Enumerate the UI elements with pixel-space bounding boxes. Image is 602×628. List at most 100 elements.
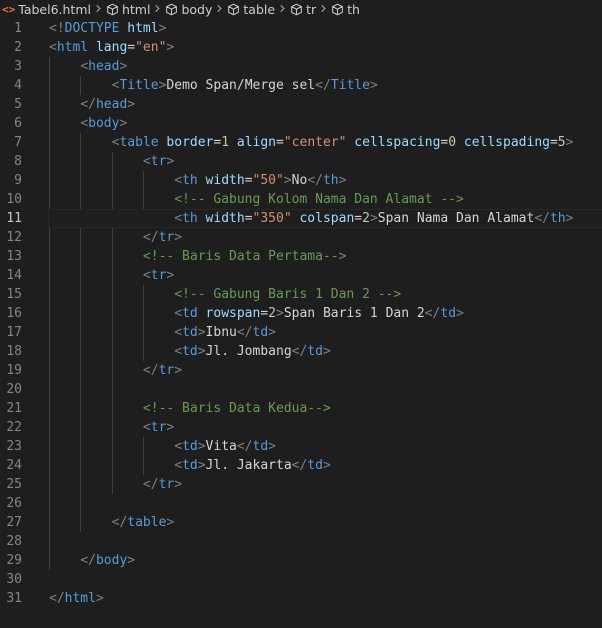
code-line[interactable]: 7 <table border=1 align="center" cellspa… <box>0 133 602 152</box>
code-token: Demo Span/Merge sel <box>166 78 316 93</box>
code-token: = <box>276 135 284 150</box>
code-token: </ <box>80 553 96 568</box>
breadcrumb-item-table[interactable]: table <box>227 2 275 17</box>
line-number: 19 <box>6 363 22 378</box>
line-number: 4 <box>14 78 22 93</box>
code-token: = <box>244 211 253 226</box>
code-line[interactable]: 16 <td rowspan=2>Span Baris 1 Dan 2</td> <box>0 304 602 323</box>
code-line[interactable]: 15 <!-- Gabung Baris 1 Dan 2 --> <box>0 285 602 304</box>
code-token: tr <box>158 477 175 492</box>
code-token: 0 <box>448 135 457 150</box>
code-token: body <box>88 116 120 131</box>
code-token: < <box>174 458 183 473</box>
line-number: 6 <box>14 116 22 131</box>
code-text: <td>Ibnu</td> <box>49 323 276 342</box>
line-number: 2 <box>14 40 22 55</box>
code-token: < <box>80 59 89 74</box>
code-token: td <box>440 306 457 321</box>
code-token: = <box>127 40 136 55</box>
code-token: = <box>244 173 253 188</box>
code-token: td <box>307 458 323 473</box>
code-editor[interactable]: 1 <!DOCTYPE html> 2 <html lang="en"> 3 <head… <box>0 19 602 628</box>
code-token: <!-- Baris Data Pertama--> <box>142 249 347 264</box>
code-line[interactable]: 29 </body> <box>0 551 602 570</box>
chevron-right-icon <box>278 2 287 17</box>
code-token: > <box>197 458 206 473</box>
line-number: 14 <box>6 268 22 283</box>
code-text: <Title>Demo Span/Merge sel</Title> <box>49 76 378 95</box>
code-line[interactable]: 6 <body> <box>0 114 602 133</box>
code-token: head <box>88 59 120 74</box>
code-line[interactable]: 31 </html> <box>0 589 602 608</box>
code-token: < <box>174 344 183 359</box>
code-token: align <box>236 135 277 150</box>
code-token: > <box>174 230 183 245</box>
code-text: <html lang="en"> <box>49 38 174 57</box>
code-line[interactable]: 1 <!DOCTYPE html> <box>0 19 602 38</box>
code-line[interactable]: 13 <!-- Baris Data Pertama--> <box>0 247 602 266</box>
code-token: "en" <box>135 40 167 55</box>
code-token: Jl. Jombang <box>205 344 292 359</box>
code-token: </ <box>534 211 550 226</box>
code-line[interactable]: 26 <box>0 494 602 513</box>
line-number: 17 <box>6 325 22 340</box>
code-line[interactable]: 4 <Title>Demo Span/Merge sel</Title> <box>0 76 602 95</box>
breadcrumb-item-tabel6-html[interactable]: <> Tabel6.html <box>0 2 91 17</box>
code-line[interactable]: 12 </tr> <box>0 228 602 247</box>
code-token: > <box>276 306 284 321</box>
symbol-element-icon <box>227 3 240 16</box>
code-line[interactable]: 8 <tr> <box>0 152 602 171</box>
code-line[interactable]: 30 <box>0 570 602 589</box>
code-token: </ <box>315 78 331 93</box>
breadcrumb-item-html[interactable]: html <box>106 2 150 17</box>
code-line[interactable]: 23 <td>Vita</td> <box>0 437 602 456</box>
code-token: > <box>197 325 206 340</box>
code-token: Jl. Jakarta <box>205 458 292 473</box>
code-token: Title <box>330 78 370 93</box>
code-token: cellspacing <box>354 135 441 150</box>
code-line[interactable]: 2 <html lang="en"> <box>0 38 602 57</box>
code-line[interactable]: 18 <td>Jl. Jombang</td> <box>0 342 602 361</box>
breadcrumb-item-body[interactable]: body <box>165 2 212 17</box>
code-token: > <box>197 344 206 359</box>
code-line[interactable]: 17 <td>Ibnu</td> <box>0 323 602 342</box>
breadcrumb-item-th[interactable]: th <box>331 2 360 17</box>
code-line[interactable]: 11 <th width="350" colspan=2>Span Nama D… <box>0 209 602 228</box>
code-text: <td>Jl. Jakarta</td> <box>49 456 331 475</box>
code-line[interactable]: 25 </tr> <box>0 475 602 494</box>
code-token: > <box>268 439 276 454</box>
line-number: 30 <box>6 572 22 587</box>
code-text: <tr> <box>49 266 174 285</box>
code-token: <! <box>49 21 65 36</box>
code-line[interactable]: 19 </tr> <box>0 361 602 380</box>
code-line[interactable]: 24 <td>Jl. Jakarta</td> <box>0 456 602 475</box>
code-line[interactable]: 5 </head> <box>0 95 602 114</box>
code-line[interactable]: 20 <box>0 380 602 399</box>
breadcrumb-label: table <box>243 2 276 17</box>
code-token: "50" <box>252 173 284 188</box>
code-line[interactable]: 9 <th width="50">No</th> <box>0 171 602 190</box>
breadcrumb-item-tr[interactable]: tr <box>290 2 316 17</box>
code-line[interactable]: 14 <tr> <box>0 266 602 285</box>
code-token: = <box>260 306 269 321</box>
code-line[interactable]: 22 <tr> <box>0 418 602 437</box>
code-token: rowspan <box>205 306 261 321</box>
code-line[interactable]: 27 </table> <box>0 513 602 532</box>
code-token: </ <box>307 173 323 188</box>
code-token: "center" <box>283 135 347 150</box>
code-line[interactable]: 3 <head> <box>0 57 602 76</box>
code-line[interactable]: 10 <!-- Gabung Kolom Nama Dan Alamat --> <box>0 190 602 209</box>
code-line[interactable]: 21 <!-- Baris Data Kedua--> <box>0 399 602 418</box>
code-text: </tr> <box>49 475 182 494</box>
code-token: > <box>127 553 136 568</box>
code-line[interactable]: 28 <box>0 532 602 551</box>
code-text: <tr> <box>49 418 174 437</box>
